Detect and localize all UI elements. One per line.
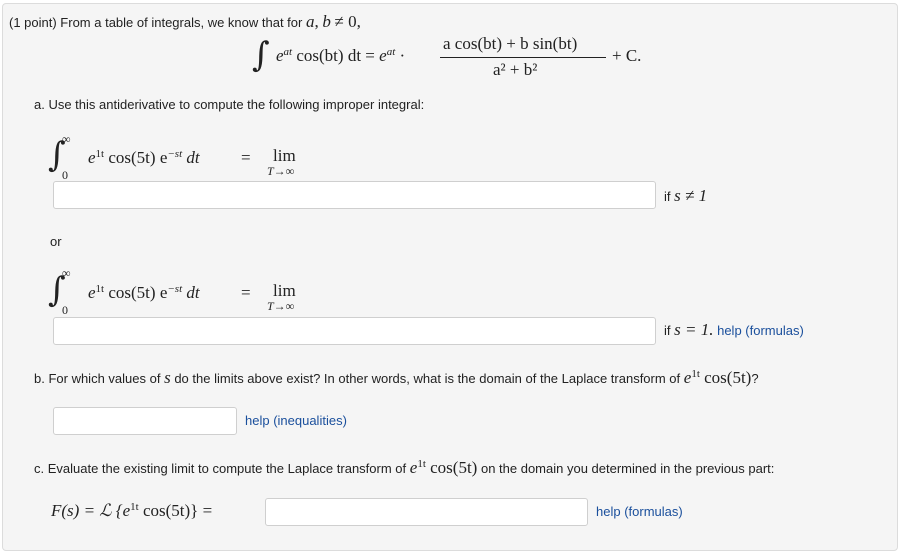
integral2-exp-1t: 1t: [95, 283, 105, 295]
formula-exp-at: at: [283, 46, 293, 58]
formula-integral-sign: ∫: [252, 35, 270, 75]
formula-denominator: a² + b²: [493, 60, 538, 79]
part-b-func-exp: 1t: [691, 368, 700, 380]
part-c-instruction: c. Evaluate the existing limit to comput…: [34, 458, 774, 478]
integral2-lim-sub: T→∞: [267, 299, 295, 313]
cond2: if s = 1. help (formulas): [664, 320, 804, 340]
formula-dot: ·: [399, 46, 406, 65]
integral1-lim: lim: [273, 146, 296, 165]
part-c-lhs-post: cos(5t)} =: [142, 501, 213, 520]
formula-e: e: [276, 46, 284, 65]
formula-cos-bt-dt: cos(bt) dt =: [296, 46, 375, 65]
integral2-equals: =: [241, 283, 251, 302]
integral1-exp-st: −st: [167, 148, 183, 160]
part-c-prefix: c. Evaluate the existing limit to comput…: [34, 461, 407, 476]
part-a-instruction: a. Use this antiderivative to compute th…: [34, 97, 425, 112]
formula-exp-at2: at: [386, 46, 396, 58]
part-c-func-exp: 1t: [417, 458, 426, 470]
integral1-upper-limit: ∞: [62, 132, 71, 146]
formula-fraction-bar: [440, 57, 606, 58]
integral1-exp-1t: 1t: [95, 148, 105, 160]
part-c-lhs-pre: F(s) = ℒ {e: [51, 501, 131, 520]
cond1-prefix: if: [664, 189, 671, 204]
integral2-lower-limit: 0: [62, 303, 68, 317]
integral2-cos-5t: cos(5t) e: [108, 283, 168, 302]
part-c-lhs-exp: 1t: [130, 501, 139, 513]
intro-neq-zero: ≠ 0,: [334, 12, 361, 31]
formula-plus-c: + C.: [612, 46, 642, 65]
intro-var-b: b: [322, 12, 331, 31]
integral2-lim: lim: [273, 281, 296, 300]
part-a-answer-input-2[interactable]: [53, 317, 656, 345]
cond1: if s ≠ 1: [664, 186, 707, 206]
part-c-lhs: F(s) = ℒ {e1t cos(5t)} =: [51, 501, 212, 521]
part-b-var-s: s: [164, 368, 171, 387]
integral1-cos-5t: cos(5t) e: [108, 148, 168, 167]
integral1-integrand: e1t cos(5t) e−st dt: [88, 148, 200, 168]
intro-line: (1 point) From a table of integrals, we …: [9, 12, 361, 32]
formula-e2: e: [379, 46, 387, 65]
formula-numerator: a cos(bt) + b sin(bt): [443, 34, 578, 53]
cond2-expr: s = 1.: [674, 320, 714, 339]
part-c-answer-input[interactable]: [265, 498, 588, 526]
part-c-func-cos: cos(5t): [430, 458, 478, 477]
integral2-dt: dt: [186, 283, 200, 302]
part-a-answer-input-1[interactable]: [53, 181, 656, 209]
part-c-suffix: on the domain you determined in the prev…: [480, 461, 775, 476]
part-b-answer-input[interactable]: [53, 407, 237, 435]
or-label: or: [50, 234, 62, 249]
formula-lhs: eat cos(bt) dt = eat ·: [276, 46, 405, 66]
integral1-equals: =: [241, 148, 251, 167]
part-b-mid: do the limits above exist? In other word…: [174, 371, 681, 386]
part-c-help-formulas-link[interactable]: help (formulas): [596, 504, 683, 519]
integral2-exp-st: −st: [167, 283, 183, 295]
integral2-e: e: [88, 283, 96, 302]
integral1-lim-sub: T→∞: [267, 164, 295, 178]
integral1-dt: dt: [186, 148, 200, 167]
cond1-expr: s ≠ 1: [674, 186, 708, 205]
part-b-prefix: b. For which values of: [34, 371, 161, 386]
part-b-func-cos: cos(5t): [704, 368, 752, 387]
integral2-upper-limit: ∞: [62, 266, 71, 280]
part-a-help-formulas-link[interactable]: help (formulas): [717, 323, 804, 338]
intro-comma: ,: [314, 12, 319, 31]
part-b-help-inequalities-link[interactable]: help (inequalities): [245, 413, 347, 428]
integral1-e: e: [88, 148, 96, 167]
part-b-instruction: b. For which values of s do the limits a…: [34, 368, 759, 388]
integral2-integrand: e1t cos(5t) e−st dt: [88, 283, 200, 303]
cond2-prefix: if: [664, 323, 671, 338]
part-b-question-mark: ?: [751, 371, 759, 386]
intro-text: (1 point) From a table of integrals, we …: [9, 15, 303, 30]
